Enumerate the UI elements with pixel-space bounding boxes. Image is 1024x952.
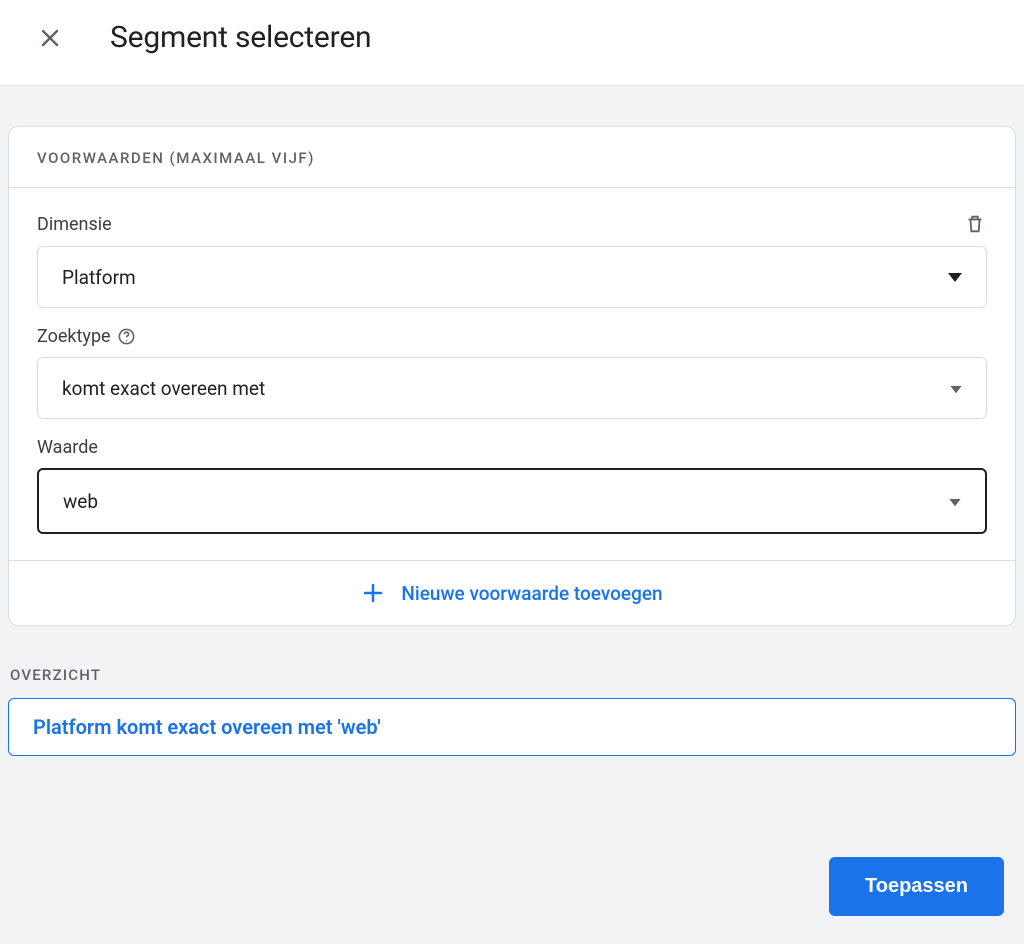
dimension-select[interactable]: Platform — [37, 246, 987, 308]
add-condition-label: Nieuwe voorwaarde toevoegen — [401, 582, 662, 605]
value-field: Waarde web — [37, 437, 987, 534]
dialog-body: VOORWAARDEN (MAXIMAAL VIJF) Dimensie Pla… — [0, 86, 1024, 944]
chevron-down-icon — [949, 492, 961, 511]
dialog-title: Segment selecteren — [110, 20, 371, 55]
conditions-card-header: VOORWAARDEN (MAXIMAAL VIJF) — [9, 127, 1015, 188]
conditions-card: VOORWAARDEN (MAXIMAAL VIJF) Dimensie Pla… — [8, 126, 1016, 626]
dimension-field: Dimensie Platform — [37, 212, 987, 308]
delete-condition-button[interactable] — [963, 212, 987, 236]
matchtype-value: komt exact overeen met — [62, 377, 265, 400]
matchtype-select[interactable]: komt exact overeen met — [37, 357, 987, 419]
dimension-value: Platform — [62, 266, 136, 289]
matchtype-field: Zoektype komt exact overeen met — [37, 326, 987, 419]
matchtype-label: Zoektype — [37, 326, 111, 347]
trash-icon — [964, 213, 986, 235]
value-value: web — [63, 490, 98, 513]
overview-summary: Platform komt exact overeen met 'web' — [8, 698, 1016, 756]
help-button[interactable] — [117, 327, 137, 347]
plus-icon — [361, 581, 385, 605]
apply-button[interactable]: Toepassen — [829, 857, 1004, 916]
conditions-form: Dimensie Platform — [9, 188, 1015, 560]
close-icon — [38, 26, 62, 50]
value-select[interactable]: web — [37, 468, 987, 534]
value-label: Waarde — [37, 437, 98, 458]
close-button[interactable] — [34, 22, 66, 54]
add-condition-button[interactable]: Nieuwe voorwaarde toevoegen — [9, 560, 1015, 625]
dialog-header: Segment selecteren — [0, 0, 1024, 86]
help-icon — [117, 327, 136, 346]
chevron-down-icon — [948, 268, 962, 287]
dimension-label: Dimensie — [37, 214, 112, 235]
chevron-down-icon — [950, 379, 962, 398]
overview-label: OVERZICHT — [10, 666, 1016, 684]
